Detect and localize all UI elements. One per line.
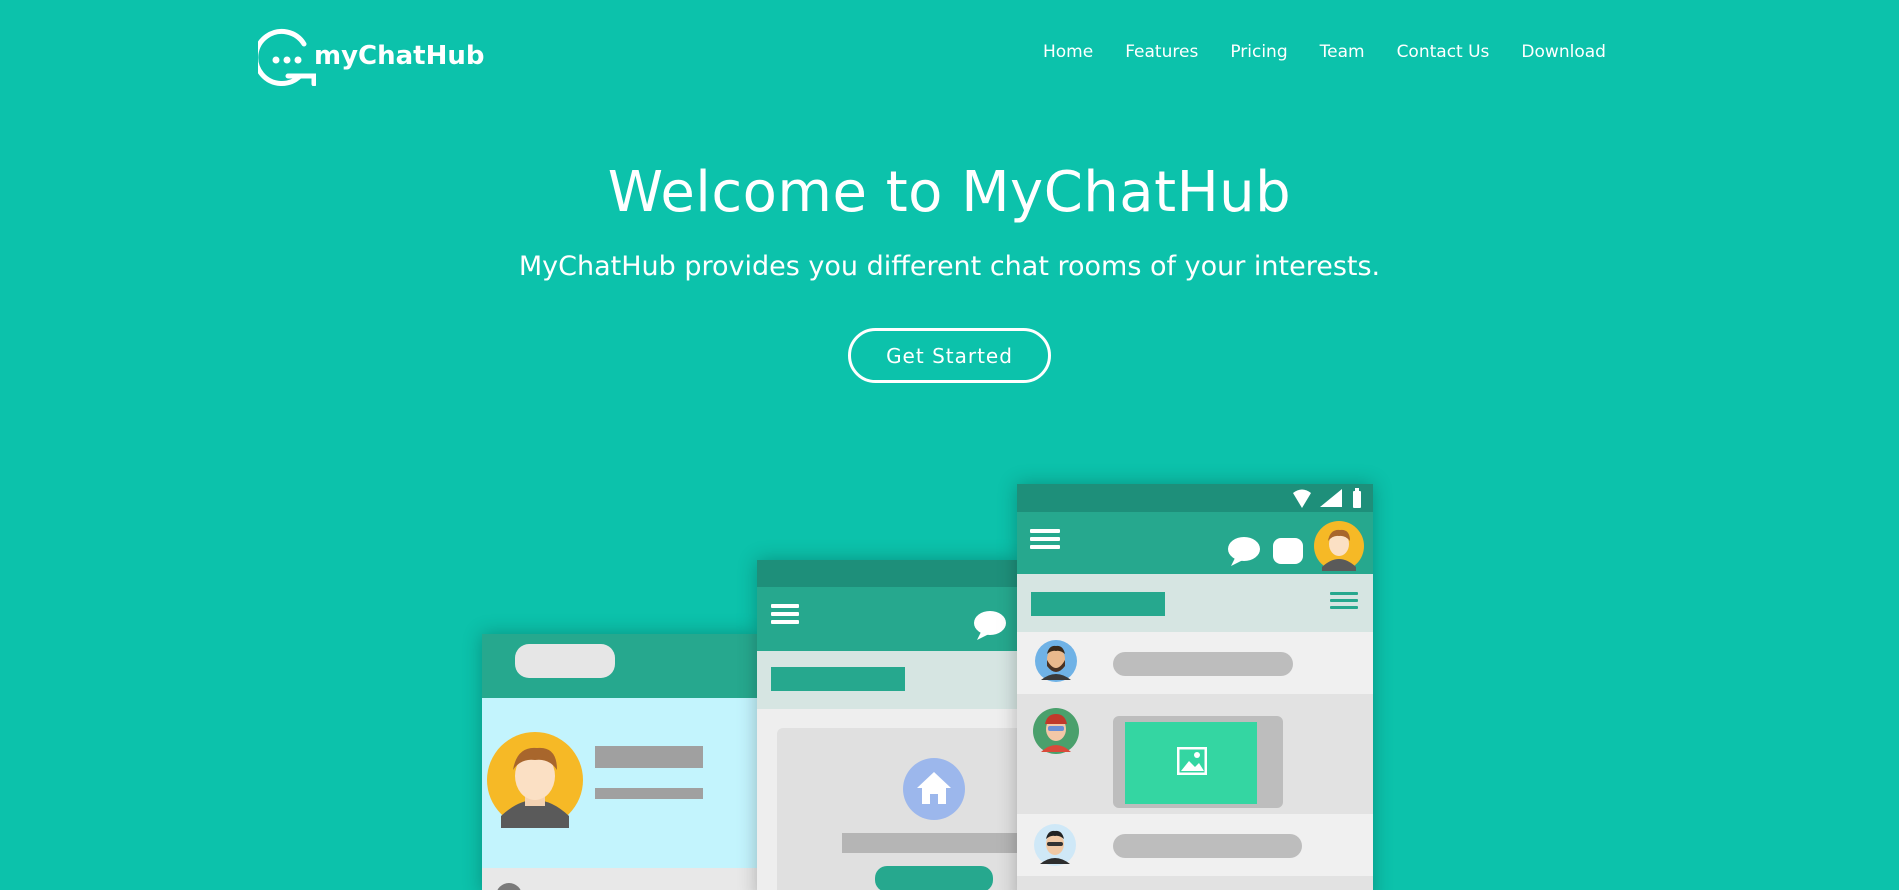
- message-placeholder: [1113, 652, 1293, 676]
- get-started-button[interactable]: Get Started: [848, 328, 1051, 383]
- nav-contact-us[interactable]: Contact Us: [1397, 42, 1490, 62]
- nav-download[interactable]: Download: [1521, 42, 1606, 62]
- list-icon: [1330, 592, 1358, 613]
- wifi-icon: [1293, 489, 1311, 508]
- brand-name: myChatHub: [314, 41, 485, 71]
- status-bar: [757, 560, 1019, 587]
- name-placeholder: [595, 746, 703, 768]
- phone-mockup-profile: [482, 634, 758, 890]
- phone-mockup-home: [757, 560, 1019, 890]
- button-placeholder: [875, 866, 993, 890]
- image-icon: [1177, 747, 1207, 775]
- avatar-icon: [1314, 521, 1364, 571]
- main-nav: Home Features Pricing Team Contact Us Do…: [1043, 42, 1606, 62]
- menu-icon: [771, 604, 799, 628]
- status-placeholder: [595, 788, 703, 799]
- avatar-icon: [487, 732, 583, 828]
- avatar-icon: [1033, 708, 1079, 754]
- section-title-placeholder: [1031, 592, 1165, 616]
- title-placeholder: [515, 644, 615, 678]
- nav-team[interactable]: Team: [1320, 42, 1365, 62]
- avatar-icon: [1035, 640, 1077, 682]
- hero-subtitle: MyChatHub provides you different chat ro…: [518, 251, 1381, 282]
- nav-home[interactable]: Home: [1043, 42, 1093, 62]
- chat-bubble-icon: [1228, 537, 1260, 566]
- avatar-icon: [1034, 824, 1076, 866]
- message-placeholder: [1113, 834, 1302, 858]
- hero-title: Welcome to MyChatHub: [607, 160, 1292, 225]
- nav-pricing[interactable]: Pricing: [1230, 42, 1287, 62]
- menu-icon: [1030, 529, 1060, 553]
- phone-mockup-chat: [1017, 484, 1373, 890]
- text-placeholder: [842, 833, 1019, 853]
- section-title-placeholder: [771, 667, 905, 691]
- brand-logo[interactable]: myChatHub: [258, 26, 485, 86]
- chat-row: [1017, 876, 1373, 890]
- signal-icon: [1320, 489, 1342, 507]
- list-avatar: [496, 883, 522, 890]
- home-icon: [903, 758, 965, 820]
- chat-logo-icon: [258, 29, 316, 86]
- notification-icon: [1273, 538, 1303, 564]
- battery-icon: [1353, 488, 1361, 508]
- nav-features[interactable]: Features: [1125, 42, 1198, 62]
- chat-bubble-icon: [974, 611, 1006, 640]
